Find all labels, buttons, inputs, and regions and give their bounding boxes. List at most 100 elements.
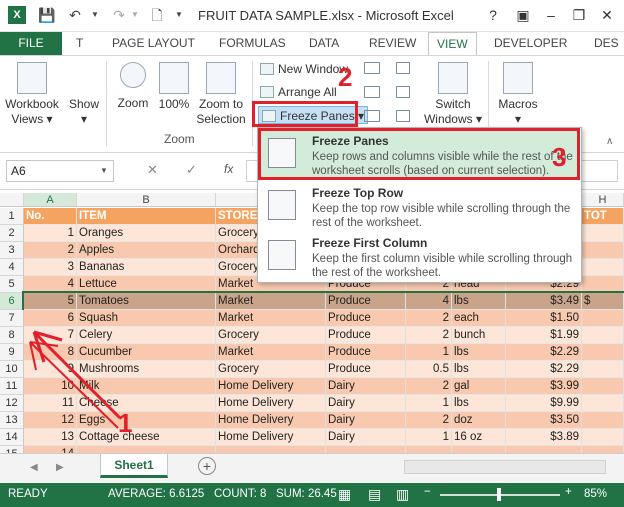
cell-f8[interactable]: bunch (452, 327, 506, 344)
cell-c10[interactable]: Grocery (216, 361, 326, 378)
zoom-button[interactable]: Zoom (112, 62, 154, 111)
menu-item-freeze-first-column[interactable]: Freeze First Column Keep the first colum… (260, 232, 580, 282)
row-header[interactable]: 10 (0, 361, 24, 378)
help-button[interactable]: ? (482, 5, 504, 25)
cell-c7[interactable]: Market (216, 310, 326, 327)
reset-window-position-icon[interactable] (396, 110, 410, 122)
new-window-button[interactable]: New Window (260, 60, 348, 78)
macros-button[interactable]: Macros ▾ (494, 62, 542, 127)
cell-a2[interactable]: 1 (24, 225, 77, 242)
cell-h14[interactable] (582, 429, 624, 446)
tab-review[interactable]: REVIEW (369, 32, 416, 55)
tab-formulas[interactable]: FORMULAS (219, 32, 286, 55)
cell-f11[interactable]: gal (452, 378, 506, 395)
cell-e6[interactable]: 4 (406, 293, 452, 310)
ribbon-display-options-icon[interactable]: ▣ (512, 5, 534, 25)
cell-h8[interactable] (582, 327, 624, 344)
cell-h1[interactable]: TOT (582, 208, 624, 225)
cell-g15[interactable] (506, 446, 582, 453)
cell-b2[interactable]: Oranges (77, 225, 216, 242)
cell-e11[interactable]: 2 (406, 378, 452, 395)
cell-a5[interactable]: 4 (24, 276, 77, 293)
cell-a7[interactable]: 6 (24, 310, 77, 327)
row-header[interactable]: 4 (0, 259, 24, 276)
row-header[interactable]: 14 (0, 429, 24, 446)
tab-file[interactable]: FILE (0, 32, 62, 55)
cell-a14[interactable]: 13 (24, 429, 77, 446)
horizontal-scrollbar[interactable] (404, 460, 606, 474)
cell-d7[interactable]: Produce (326, 310, 406, 327)
unhide-icon[interactable] (364, 110, 380, 122)
cell-b11[interactable]: Milk (77, 378, 216, 395)
tab-insert[interactable]: T (76, 32, 83, 55)
sheet-tab-sheet1[interactable]: Sheet1 (100, 454, 168, 478)
cell-b6[interactable]: Tomatoes (77, 293, 216, 310)
cell-a1[interactable]: No. (24, 208, 77, 225)
zoom-out-icon[interactable]: − (424, 486, 431, 498)
cell-c8[interactable]: Grocery (216, 327, 326, 344)
cell-c6[interactable]: Market (216, 293, 326, 310)
save-icon[interactable]: 💾 (38, 6, 56, 24)
cell-b12[interactable]: Cheese (77, 395, 216, 412)
cell-h7[interactable] (582, 310, 624, 327)
workbook-views-button[interactable]: Workbook Views ▾ (3, 62, 61, 127)
cell-a11[interactable]: 10 (24, 378, 77, 395)
cell-e9[interactable]: 1 (406, 344, 452, 361)
cell-g7[interactable]: $1.50 (506, 310, 582, 327)
cell-d15[interactable] (326, 446, 406, 453)
column-header-b[interactable]: B (77, 193, 216, 207)
scroll-left-icon[interactable]: ◀ (30, 462, 38, 473)
cell-b5[interactable]: Lettuce (77, 276, 216, 293)
cell-g11[interactable]: $3.99 (506, 378, 582, 395)
cell-b7[interactable]: Squash (77, 310, 216, 327)
cell-g8[interactable]: $1.99 (506, 327, 582, 344)
cell-b3[interactable]: Apples (77, 242, 216, 259)
cell-c11[interactable]: Home Delivery (216, 378, 326, 395)
cell-d12[interactable]: Dairy (326, 395, 406, 412)
cell-g13[interactable]: $3.50 (506, 412, 582, 429)
tab-page-layout[interactable]: PAGE LAYOUT (112, 32, 195, 55)
cell-f13[interactable]: doz (452, 412, 506, 429)
row-header[interactable]: 8 (0, 327, 24, 344)
cell-c13[interactable]: Home Delivery (216, 412, 326, 429)
cell-h13[interactable] (582, 412, 624, 429)
cell-d10[interactable]: Produce (326, 361, 406, 378)
page-layout-view-icon[interactable]: ▤ (368, 486, 381, 503)
cell-b1[interactable]: ITEM (77, 208, 216, 225)
zoom-slider-thumb[interactable] (497, 488, 501, 501)
cell-h10[interactable] (582, 361, 624, 378)
cell-a9[interactable]: 8 (24, 344, 77, 361)
cell-c14[interactable]: Home Delivery (216, 429, 326, 446)
hide-icon[interactable] (364, 86, 380, 98)
cell-a4[interactable]: 3 (24, 259, 77, 276)
cell-b15[interactable] (77, 446, 216, 453)
cell-h9[interactable] (582, 344, 624, 361)
row-header[interactable]: 13 (0, 412, 24, 429)
cell-f6[interactable]: lbs (452, 293, 506, 310)
zoom-level[interactable]: 85% (584, 488, 607, 500)
undo-dropdown-icon[interactable]: ▼ (86, 6, 104, 24)
enter-icon[interactable]: ✓ (186, 162, 197, 178)
restore-button[interactable]: ❐ (568, 5, 590, 25)
show-button[interactable]: Show ▾ (66, 62, 102, 127)
tab-developer[interactable]: DEVELOPER (494, 32, 567, 55)
cell-b13[interactable]: Eggs (77, 412, 216, 429)
normal-view-icon[interactable]: ▦ (338, 486, 351, 503)
cell-c9[interactable]: Market (216, 344, 326, 361)
menu-item-freeze-top-row[interactable]: Freeze Top Row Keep the top row visible … (260, 182, 580, 232)
cell-a10[interactable]: 9 (24, 361, 77, 378)
cell-b14[interactable]: Cottage cheese (77, 429, 216, 446)
row-header[interactable]: 5 (0, 276, 24, 293)
cancel-icon[interactable]: ✕ (147, 162, 158, 178)
cell-a13[interactable]: 12 (24, 412, 77, 429)
collapse-ribbon-icon[interactable]: ∧ (606, 136, 613, 147)
cell-g10[interactable]: $2.29 (506, 361, 582, 378)
cell-f10[interactable]: lbs (452, 361, 506, 378)
cell-b10[interactable]: Mushrooms (77, 361, 216, 378)
cell-e14[interactable]: 1 (406, 429, 452, 446)
cell-h11[interactable] (582, 378, 624, 395)
column-header-h[interactable]: H (582, 193, 624, 207)
new-sheet-button[interactable]: + (198, 457, 216, 475)
cell-g9[interactable]: $2.29 (506, 344, 582, 361)
cell-b8[interactable]: Celery (77, 327, 216, 344)
